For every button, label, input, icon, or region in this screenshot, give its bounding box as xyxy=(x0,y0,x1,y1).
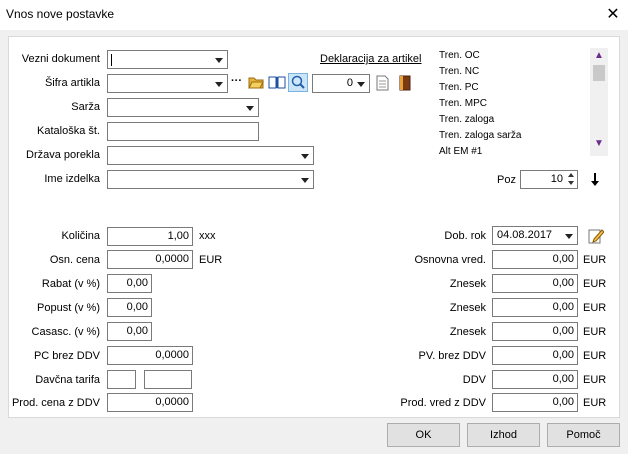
list-item[interactable]: Tren. zaloga sarža xyxy=(437,128,609,144)
ime-izdelka-dropdown[interactable] xyxy=(107,170,314,189)
kolicina-label: Količina xyxy=(61,230,100,242)
folder-icon[interactable] xyxy=(248,75,264,90)
info-list[interactable]: Tren. OC Tren. NC Tren. PC Tren. MPC Tre… xyxy=(437,48,609,156)
book-icon[interactable] xyxy=(268,75,286,90)
znesek-rabat-unit: EUR xyxy=(583,278,607,290)
poz-value: 10 xyxy=(550,173,563,185)
close-icon[interactable]: ✕ xyxy=(603,5,623,25)
dob-rok-datepicker[interactable]: 04.08.2017 xyxy=(492,226,578,245)
window-title: Vnos nove postavke xyxy=(6,7,115,21)
chevron-down-icon xyxy=(215,58,223,63)
znesek-popust-label: Znesek xyxy=(449,302,486,314)
magnifier-icon[interactable] xyxy=(288,73,308,92)
pv-brez-ddv-input[interactable]: 0,00 xyxy=(492,346,578,365)
poz-label: Poz xyxy=(497,174,516,186)
dob-rok-label: Dob. rok xyxy=(444,230,486,242)
ddv-unit: EUR xyxy=(583,374,607,386)
scroll-up-icon[interactable]: ▲ xyxy=(592,50,606,61)
list-scrollbar[interactable]: ▲ ▼ xyxy=(590,48,608,156)
znesek-rabat-input[interactable]: 0,00 xyxy=(492,274,578,293)
osn-cena-label: Osn. cena xyxy=(49,254,100,266)
davcna-tarifa-label: Davčna tarifa xyxy=(35,374,100,386)
znesek-casasc-unit: EUR xyxy=(583,326,607,338)
prod-cena-input[interactable]: 0,0000 xyxy=(107,393,193,412)
znesek-casasc-label: Znesek xyxy=(449,326,486,338)
pc-brez-ddv-label: PC brez DDV xyxy=(33,350,100,362)
chevron-down-icon xyxy=(357,82,365,87)
list-item[interactable]: Tren. zaloga xyxy=(437,112,609,128)
pv-brez-ddv-unit: EUR xyxy=(583,350,607,362)
casasc-label: Casasc. (v %) xyxy=(31,326,100,338)
list-item[interactable]: Tren. PC xyxy=(437,80,609,96)
davcna-tarifa-name-input[interactable] xyxy=(144,370,192,389)
scrollbar-thumb[interactable] xyxy=(593,65,605,81)
drzava-dropdown[interactable] xyxy=(107,146,314,165)
osn-cena-unit: EUR xyxy=(199,254,223,266)
popust-input[interactable]: 0,00 xyxy=(107,298,152,317)
kolicina-unit: xxx xyxy=(199,230,216,242)
count-value: 0 xyxy=(346,77,353,89)
ime-izdelka-label: Ime izdelka xyxy=(44,173,100,185)
binder-icon[interactable] xyxy=(399,75,411,91)
ellipsis-button[interactable]: ··· xyxy=(231,75,242,87)
sarza-label: Sarža xyxy=(71,101,100,113)
znesek-casasc-input[interactable]: 0,00 xyxy=(492,322,578,341)
osnovna-vred-label: Osnovna vred. xyxy=(414,254,486,266)
prod-vred-label: Prod. vred z DDV xyxy=(400,397,486,409)
kataloska-label: Kataloška št. xyxy=(37,125,100,137)
deklaracija-link[interactable]: Deklaracija za artikel xyxy=(320,53,421,65)
sarza-dropdown[interactable] xyxy=(107,98,259,117)
poz-spinner[interactable]: 10 xyxy=(520,170,578,189)
davcna-tarifa-code-input[interactable] xyxy=(107,370,136,389)
text-caret xyxy=(111,54,112,66)
list-item[interactable]: Alt EM #1 xyxy=(437,144,609,156)
rabat-label: Rabat (v %) xyxy=(41,278,100,290)
ddv-input[interactable]: 0,00 xyxy=(492,370,578,389)
osnovna-vred-unit: EUR xyxy=(583,254,607,266)
popust-label: Popust (v %) xyxy=(37,302,100,314)
count-dropdown[interactable]: 0 xyxy=(312,74,370,93)
list-item[interactable]: Tren. NC xyxy=(437,64,609,80)
prod-vred-unit: EUR xyxy=(583,397,607,409)
kataloska-input[interactable] xyxy=(107,122,259,141)
pc-brez-ddv-input[interactable]: 0,0000 xyxy=(107,346,193,365)
znesek-popust-input[interactable]: 0,00 xyxy=(492,298,578,317)
osnovna-vred-input[interactable]: 0,00 xyxy=(492,250,578,269)
pomoc-button[interactable]: Pomoč xyxy=(547,423,620,447)
dob-rok-value: 04.08.2017 xyxy=(497,229,553,241)
chevron-down-icon xyxy=(246,106,254,111)
prod-vred-input[interactable]: 0,00 xyxy=(492,393,578,412)
chevron-down-icon xyxy=(301,178,309,183)
casasc-input[interactable]: 0,00 xyxy=(107,322,152,341)
chevron-down-icon xyxy=(215,82,223,87)
document-icon[interactable] xyxy=(376,75,389,91)
sifra-artikla-dropdown[interactable] xyxy=(107,74,228,93)
kolicina-input[interactable]: 1,00 xyxy=(107,227,193,246)
izhod-button[interactable]: Izhod xyxy=(467,423,540,447)
chevron-down-icon xyxy=(301,154,309,159)
arrow-down-icon[interactable] xyxy=(589,172,601,188)
list-item[interactable]: Tren. MPC xyxy=(437,96,609,112)
pv-brez-ddv-label: PV. brez DDV xyxy=(418,350,486,362)
drzava-label: Država porekla xyxy=(26,149,100,161)
edit-icon[interactable] xyxy=(588,227,605,244)
znesek-rabat-label: Znesek xyxy=(449,278,486,290)
ok-button[interactable]: OK xyxy=(387,423,460,447)
prod-cena-label: Prod. cena z DDV xyxy=(11,397,100,409)
chevron-down-icon xyxy=(565,234,573,239)
list-item[interactable]: Tren. OC xyxy=(437,48,609,64)
osn-cena-input[interactable]: 0,0000 xyxy=(107,250,193,269)
rabat-input[interactable]: 0,00 xyxy=(107,274,152,293)
scroll-down-icon[interactable]: ▼ xyxy=(592,138,606,149)
ddv-label: DDV xyxy=(462,374,486,386)
vezni-dokument-dropdown[interactable] xyxy=(107,50,228,69)
vezni-dokument-label: Vezni dokument xyxy=(21,53,100,65)
spinner-arrows-icon[interactable] xyxy=(566,172,576,187)
znesek-popust-unit: EUR xyxy=(583,302,607,314)
sifra-artikla-label: Šifra artikla xyxy=(44,77,100,89)
